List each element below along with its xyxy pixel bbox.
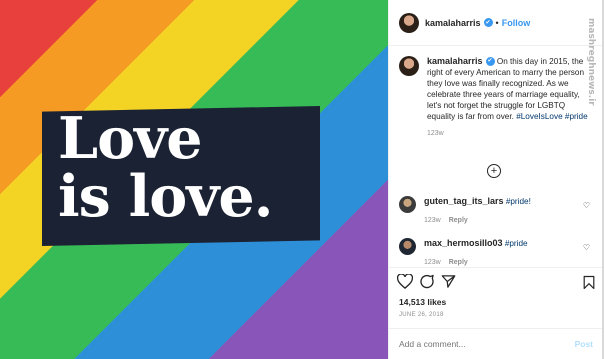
post-header: kamalaharris ✔ • Follow (389, 0, 603, 46)
post-image[interactable]: Love is love. (0, 0, 388, 359)
comment-bar: Post (389, 328, 603, 359)
comment-text[interactable]: #pride (505, 239, 528, 248)
reply-button[interactable]: Reply (449, 217, 468, 224)
actions-bar: 14,513 likes JUNE 26, 2018 (389, 267, 603, 327)
commenter-username[interactable]: max_hermosillo03 (424, 238, 503, 248)
commenter-avatar[interactable] (399, 238, 416, 255)
heart-icon[interactable]: ♡ (583, 243, 590, 252)
comment-text[interactable]: #pride! (506, 197, 531, 206)
post-date[interactable]: JUNE 26, 2018 (399, 312, 444, 318)
caption-username[interactable]: kamalaharris (427, 56, 483, 66)
comment-item: guten_tag_its_lars #pride! 123w Reply ♡ (399, 196, 594, 226)
post-info-panel: kamalaharris ✔ • Follow kamalaharris ✔ On… (388, 0, 603, 359)
post-button[interactable]: Post (575, 339, 593, 349)
separator-dot: • (495, 17, 499, 28)
follow-button[interactable]: Follow (502, 18, 531, 28)
action-icons (397, 274, 456, 289)
share-icon[interactable] (441, 274, 456, 289)
author-username[interactable]: kamalaharris (425, 18, 481, 28)
caption-avatar[interactable] (399, 56, 419, 76)
comment-body: max_hermosillo03 #pride 123w Reply (424, 238, 528, 268)
avatar[interactable] (399, 12, 419, 33)
caption: kamalaharris ✔ On this day in 2015, the r… (399, 56, 589, 139)
verified-badge-icon: ✔ (485, 57, 495, 67)
comment-icon[interactable] (419, 274, 435, 289)
slogan-text: Love is love. (58, 105, 274, 230)
comment-meta: 123w Reply (424, 215, 531, 226)
comment-body: guten_tag_its_lars #pride! 123w Reply (424, 196, 531, 226)
heart-icon[interactable]: ♡ (583, 201, 590, 210)
likes-count[interactable]: 14,513 likes (399, 297, 446, 307)
comment-input[interactable] (399, 339, 575, 349)
comment-time[interactable]: 123w (424, 259, 441, 266)
plus-circle-icon[interactable]: + (487, 164, 501, 178)
reply-button[interactable]: Reply (449, 259, 468, 266)
verified-badge-icon: ✔ (483, 18, 493, 27)
caption-hashtags[interactable]: #LoveIsLove #pride (516, 112, 587, 121)
watermark: mashreghnews.ir (586, 18, 596, 106)
comment-time[interactable]: 123w (424, 217, 441, 224)
heart-icon[interactable] (397, 274, 413, 289)
commenter-avatar[interactable] (399, 196, 416, 213)
commenter-username[interactable]: guten_tag_its_lars (424, 196, 504, 206)
bookmark-icon[interactable] (583, 275, 595, 290)
caption-time[interactable]: 123w (427, 128, 589, 139)
caption-body: kamalaharris ✔ On this day in 2015, the r… (427, 56, 589, 139)
comment-item: max_hermosillo03 #pride 123w Reply ♡ (399, 238, 594, 268)
